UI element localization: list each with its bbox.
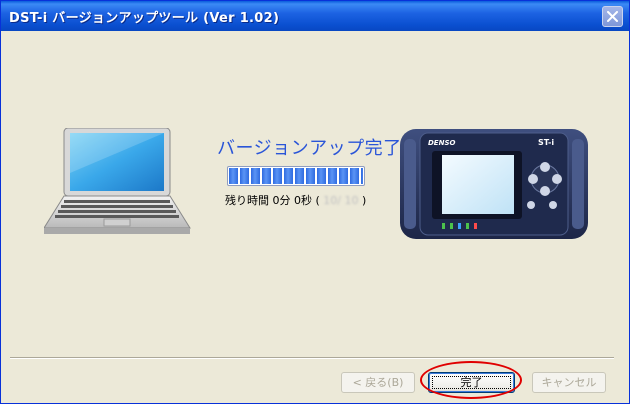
button-separator	[10, 357, 614, 359]
close-button[interactable]	[602, 6, 623, 27]
remaining-time-label: 残り時間	[225, 194, 269, 207]
paren-close: )	[362, 194, 367, 207]
blurred-count: 10/ 10	[323, 194, 359, 207]
dialog-content: バージョンアップ完了 残り時間 0分 0秒 ( 10/ 10 ) DENSO S…	[4, 31, 626, 402]
laptop-icon	[44, 128, 191, 234]
remaining-seconds: 0秒	[294, 194, 312, 207]
window-title: DST-i バージョンアップツール (Ver 1.02)	[9, 11, 280, 26]
remaining-minutes: 0分	[272, 194, 291, 207]
device-model: ST-i	[538, 138, 554, 147]
cancel-button[interactable]: キャンセル	[532, 372, 606, 393]
dialog-window: DST-i バージョンアップツール (Ver 1.02) バージョンアップ完了 …	[0, 0, 630, 404]
paren-open: (	[315, 194, 320, 207]
status-heading: バージョンアップ完了	[217, 138, 402, 159]
progress-bar	[227, 166, 365, 186]
back-button[interactable]: < 戻る(B)	[341, 372, 415, 393]
device-brand: DENSO	[428, 139, 455, 147]
finish-highlight-ellipse	[420, 361, 522, 399]
scan-tool-device-icon: DENSO ST-i	[400, 129, 588, 239]
close-icon	[607, 11, 618, 22]
status-panel: バージョンアップ完了 残り時間 0分 0秒 ( 10/ 10 )	[217, 134, 402, 207]
progress-fill	[229, 168, 363, 184]
remaining-time: 残り時間 0分 0秒 ( 10/ 10 )	[225, 192, 366, 208]
title-bar[interactable]: DST-i バージョンアップツール (Ver 1.02)	[1, 1, 629, 31]
